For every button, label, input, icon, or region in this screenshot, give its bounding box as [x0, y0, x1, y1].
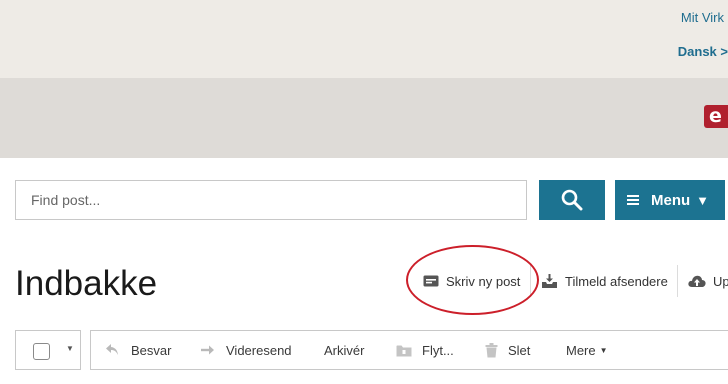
divider — [530, 265, 531, 297]
chevron-down-icon: ▼ — [696, 192, 710, 208]
brand-bar: e — [0, 78, 728, 158]
move-label: Flyt... — [422, 342, 454, 358]
reply-icon — [106, 344, 118, 355]
select-all-dropdown[interactable]: ▼ — [15, 330, 81, 370]
language-selector[interactable]: Dansk > — [678, 44, 728, 59]
archive-label: Arkivér — [324, 342, 365, 358]
compose-icon — [423, 275, 439, 287]
menu-button[interactable]: Menu ▼ — [615, 180, 725, 220]
more-label: Mere — [566, 342, 596, 358]
forward-arrow-icon — [201, 345, 214, 355]
delete-label: Slet — [508, 342, 531, 358]
reply-button[interactable]: Besvar — [105, 331, 171, 369]
subscribe-senders-label: Tilmeld afsendere — [565, 273, 668, 289]
hamburger-icon — [627, 195, 639, 205]
chevron-down-icon[interactable]: ▼ — [66, 344, 74, 353]
delete-button[interactable]: Slet — [485, 331, 530, 369]
search-button[interactable] — [539, 180, 605, 220]
move-button[interactable]: Flyt... — [396, 331, 454, 369]
archive-button[interactable]: Arkivér — [324, 331, 364, 369]
upload-label: Up — [713, 273, 728, 289]
compose-button[interactable]: Skriv ny post — [423, 270, 520, 292]
e-boks-logo[interactable]: e — [704, 105, 728, 128]
cloud-upload-icon — [688, 275, 706, 287]
trash-icon — [485, 342, 498, 357]
mit-virk-link[interactable]: Mit Virk — [681, 10, 724, 25]
folder-icon — [396, 345, 412, 356]
message-toolbar: Besvar Videresend Arkivér Flyt... Slet M… — [90, 330, 728, 370]
reply-label: Besvar — [131, 342, 172, 358]
search-icon — [561, 189, 583, 211]
top-utility-bar: Mit Virk Dansk > — [0, 0, 728, 78]
upload-button[interactable]: Up — [688, 270, 728, 292]
forward-button[interactable]: Videresend — [200, 331, 292, 369]
page-title: Indbakke — [15, 264, 158, 303]
compose-label: Skriv ny post — [446, 273, 521, 289]
select-all-checkbox[interactable] — [33, 343, 50, 360]
chevron-down-icon: ▼ — [599, 345, 608, 355]
more-button[interactable]: Mere ▼ — [566, 331, 608, 369]
search-input[interactable] — [15, 180, 527, 220]
subscribe-senders-button[interactable]: Tilmeld afsendere — [541, 270, 668, 292]
forward-label: Videresend — [226, 342, 292, 358]
divider — [677, 265, 678, 297]
menu-label: Menu — [651, 191, 691, 209]
inbox-download-icon — [542, 273, 557, 288]
